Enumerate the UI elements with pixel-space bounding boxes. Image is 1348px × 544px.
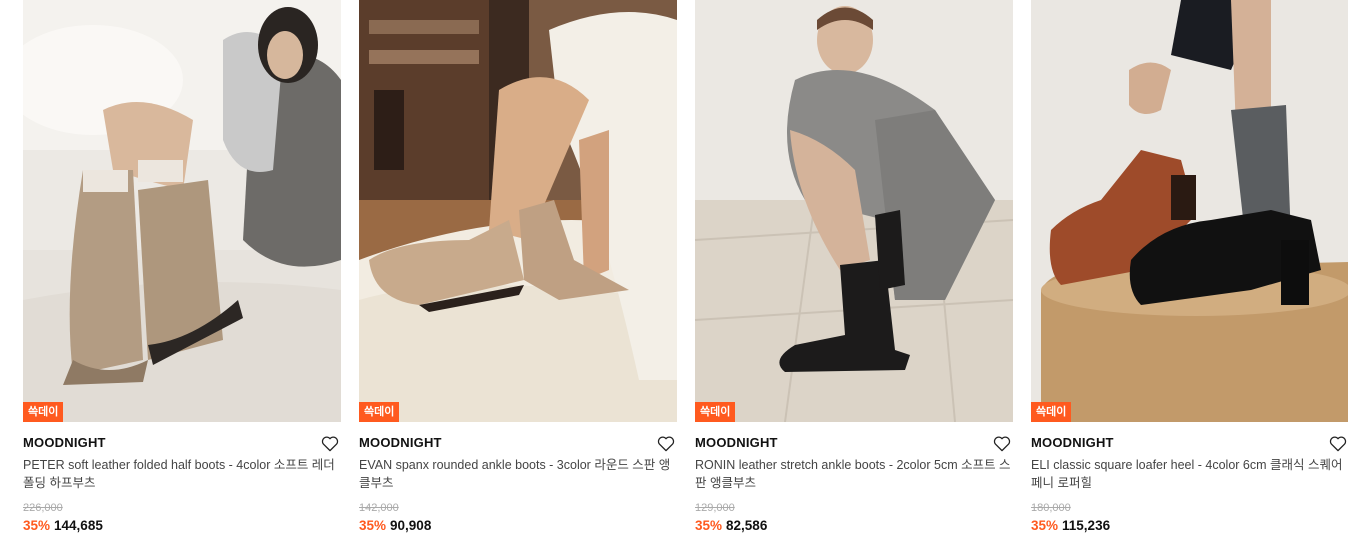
sale-price: 115,236 [1062,518,1111,533]
discount-rate: 35% [23,518,51,533]
brand-name[interactable]: MOODNIGHT [1031,435,1114,450]
price-row: 35% 115,236 [1031,517,1348,535]
product-photo-stretch-ankle-boots [695,0,1013,422]
product-image[interactable]: 쓱데이 [695,0,1013,422]
brand-row: MOODNIGHT [23,432,341,454]
heart-outline-icon[interactable] [1329,435,1347,452]
discount-rate: 35% [695,518,723,533]
brand-name[interactable]: MOODNIGHT [23,435,106,450]
discount-rate: 35% [359,518,387,533]
product-photo-ankle-boots [359,0,677,422]
product-card[interactable]: 쓱데이 MOODNIGHT EVAN spanx rounded ankle b… [359,0,677,535]
brand-row: MOODNIGHT [1031,432,1348,454]
product-grid: 쓱데이 MOODNIGHT PETER soft leather folded … [0,0,1348,544]
heart-outline-icon[interactable] [657,435,675,452]
product-image[interactable]: 쓱데이 [359,0,677,422]
brand-name[interactable]: MOODNIGHT [359,435,442,450]
brand-row: MOODNIGHT [359,432,677,454]
promo-badge: 쓱데이 [23,402,64,422]
promo-badge: 쓱데이 [695,402,736,422]
product-image[interactable]: 쓱데이 [1031,0,1348,422]
brand-row: MOODNIGHT [695,432,1013,454]
sale-price: 90,908 [390,518,432,533]
promo-badge: 쓱데이 [1031,402,1072,422]
product-title[interactable]: ELI classic square loafer heel - 4color … [1031,456,1348,492]
price-row: 35% 144,685 [23,517,341,535]
brand-name[interactable]: MOODNIGHT [695,435,778,450]
product-card[interactable]: 쓱데이 MOODNIGHT PETER soft leather folded … [23,0,341,535]
discount-rate: 35% [1031,518,1059,533]
sale-price: 82,586 [726,518,768,533]
product-photo-square-loafer-heel [1031,0,1348,422]
product-title[interactable]: RONIN leather stretch ankle boots - 2col… [695,456,1013,492]
original-price: 226,000 [23,502,63,514]
promo-badge: 쓱데이 [359,402,400,422]
product-title[interactable]: PETER soft leather folded half boots - 4… [23,456,341,492]
product-photo-folded-half-boots [23,0,341,422]
heart-outline-icon[interactable] [321,435,339,452]
sale-price: 144,685 [54,518,103,533]
price-row: 35% 90,908 [359,517,677,535]
heart-outline-icon[interactable] [993,435,1011,452]
original-price: 142,000 [359,502,399,514]
product-card[interactable]: 쓱데이 MOODNIGHT ELI classic square loafer … [1031,0,1348,535]
product-image[interactable]: 쓱데이 [23,0,341,422]
product-card[interactable]: 쓱데이 MOODNIGHT RONIN leather stretch ankl… [695,0,1013,535]
original-price: 180,000 [1031,502,1071,514]
product-title[interactable]: EVAN spanx rounded ankle boots - 3color … [359,456,677,492]
original-price: 129,000 [695,502,735,514]
price-row: 35% 82,586 [695,517,1013,535]
